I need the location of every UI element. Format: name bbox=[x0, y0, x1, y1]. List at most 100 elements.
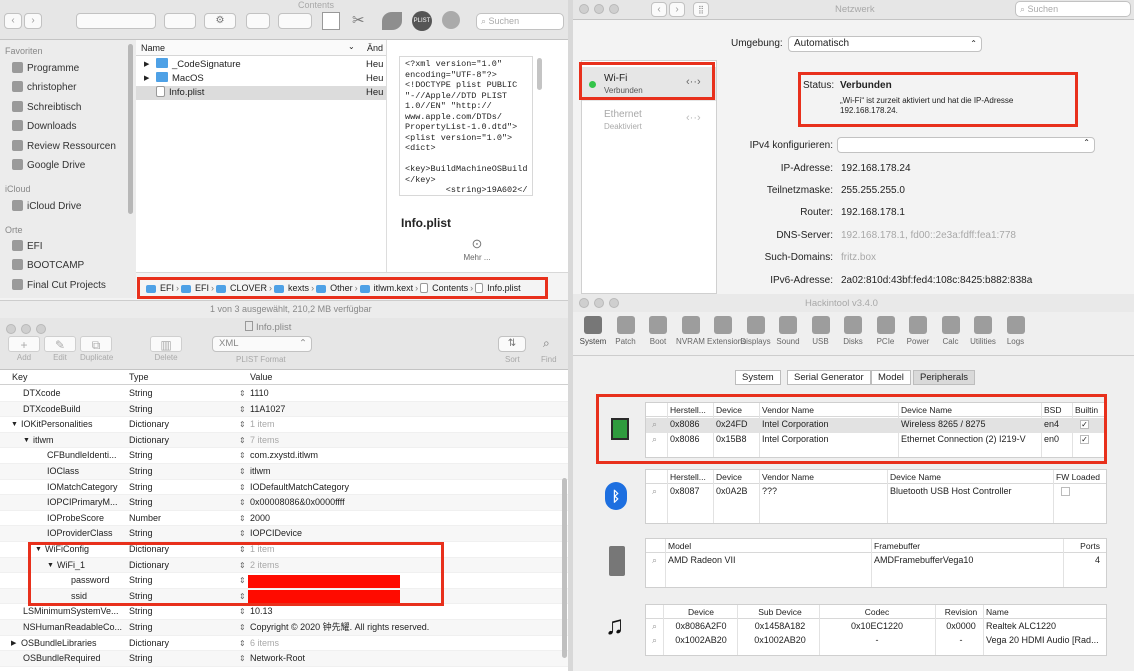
plist-row[interactable]: IOProviderClass String ⇕ IOPCIDevice bbox=[0, 526, 568, 542]
disclosure-triangle-icon[interactable]: ▼ bbox=[11, 417, 18, 433]
more-button[interactable]: ⊙ Mehr ... bbox=[447, 236, 507, 263]
stepper-arrows-icon[interactable]: ⇕ bbox=[239, 480, 246, 496]
column-header[interactable]: Builtin bbox=[1075, 405, 1098, 415]
plist-edit-icon[interactable]: PLIST bbox=[412, 11, 432, 31]
checkbox[interactable]: ✓ bbox=[1080, 420, 1089, 429]
column-header[interactable]: Revision bbox=[938, 607, 984, 617]
search-icon[interactable]: ⌕ bbox=[652, 555, 657, 566]
circle-app-icon[interactable] bbox=[442, 11, 460, 29]
column-header[interactable]: Device bbox=[716, 472, 742, 482]
stepper-arrows-icon[interactable]: ⇕ bbox=[239, 573, 246, 589]
search-icon[interactable]: ⌕ bbox=[652, 635, 657, 646]
tab-model[interactable]: Model bbox=[871, 370, 911, 385]
preview-scrollbar[interactable] bbox=[537, 58, 542, 90]
column-header[interactable]: Vendor Name bbox=[762, 472, 814, 482]
stepper-arrows-icon[interactable]: ⇕ bbox=[239, 417, 246, 433]
hackintool-tool-disks[interactable]: Disks bbox=[837, 316, 869, 346]
table-row[interactable] bbox=[646, 418, 1106, 433]
forward-button[interactable]: › bbox=[24, 13, 42, 29]
path-segment[interactable]: CLOVER bbox=[216, 283, 267, 293]
sidebar-scrollbar[interactable] bbox=[128, 44, 133, 214]
zoom-icon[interactable] bbox=[609, 4, 619, 14]
table-row[interactable] bbox=[646, 433, 1106, 448]
back-button[interactable]: ‹ bbox=[4, 13, 22, 29]
plist-row[interactable]: IOPCIPrimaryM... String ⇕ 0x00008086&0x0000… bbox=[0, 495, 568, 511]
sidebar-favorite-item[interactable]: christopher bbox=[12, 81, 76, 93]
plist-row[interactable]: DTXcode String ⇕ 1110 bbox=[0, 386, 568, 402]
sidebar-location-item[interactable]: EFI bbox=[12, 240, 43, 252]
date-column-header[interactable]: Änd bbox=[367, 43, 383, 53]
stepper-arrows-icon[interactable]: ⇕ bbox=[239, 386, 246, 402]
format-select[interactable]: XML ⌃ bbox=[212, 336, 312, 352]
disclosure-triangle-icon[interactable]: ▶ bbox=[144, 72, 149, 86]
hackintool-tool-power[interactable]: Power bbox=[902, 316, 934, 346]
share-button[interactable] bbox=[246, 13, 270, 29]
plist-row[interactable]: IOClass String ⇕ itlwm bbox=[0, 464, 568, 480]
plist-tool-edit[interactable]: ✎ Edit bbox=[44, 336, 76, 362]
show-all-grid-icon[interactable]: ⣿ bbox=[693, 2, 709, 17]
stepper-arrows-icon[interactable]: ⇕ bbox=[239, 433, 246, 449]
column-header[interactable]: FW Loaded bbox=[1056, 472, 1100, 482]
column-header[interactable]: Sub Device bbox=[740, 607, 820, 617]
file-row[interactable]: ▶ MacOS Heu bbox=[136, 72, 386, 86]
stepper-arrows-icon[interactable]: ⇕ bbox=[239, 651, 246, 667]
sidebar-favorite-item[interactable]: Google Drive bbox=[12, 159, 85, 171]
minimize-icon[interactable] bbox=[594, 4, 604, 14]
column-header[interactable]: BSD bbox=[1044, 405, 1061, 415]
find-icon[interactable]: ⌕ bbox=[543, 336, 550, 351]
forward-button[interactable]: › bbox=[669, 2, 685, 17]
plist-row[interactable]: DTXcodeBuild String ⇕ 11A1027 bbox=[0, 401, 568, 418]
network-window-controls[interactable] bbox=[579, 4, 624, 17]
stepper-arrows-icon[interactable]: ⇕ bbox=[239, 604, 246, 620]
tab-serial-generator[interactable]: Serial Generator bbox=[787, 370, 871, 385]
search-icon[interactable]: ⌕ bbox=[652, 486, 657, 497]
path-segment[interactable]: itlwm.kext bbox=[359, 283, 413, 293]
close-icon[interactable] bbox=[579, 298, 589, 308]
hackintool-tool-displays[interactable]: Displays bbox=[740, 316, 772, 346]
stepper-arrows-icon[interactable]: ⇕ bbox=[239, 589, 246, 605]
path-segment[interactable]: Contents bbox=[420, 283, 468, 293]
disclosure-triangle-icon[interactable]: ▼ bbox=[35, 542, 42, 558]
column-header[interactable]: Name bbox=[986, 607, 1009, 617]
search-icon[interactable]: ⌕ bbox=[652, 434, 657, 445]
minimize-icon[interactable] bbox=[594, 298, 604, 308]
column-header[interactable]: Herstell... bbox=[670, 472, 706, 482]
graph-icon[interactable] bbox=[322, 12, 340, 30]
hackintool-tool-pcie[interactable]: PCIe bbox=[870, 316, 902, 346]
plist-row[interactable]: OSBundleRequired String ⇕ Network-Root bbox=[0, 651, 568, 667]
zoom-icon[interactable] bbox=[609, 298, 619, 308]
sidebar-favorite-item[interactable]: Downloads bbox=[12, 120, 76, 132]
plist-row[interactable]: CFBundleIdenti... String ⇕ com.zxystd.itlwm bbox=[0, 448, 568, 464]
column-header[interactable]: Model bbox=[668, 541, 691, 551]
hackintool-tool-utilities[interactable]: Utilities bbox=[967, 316, 999, 346]
path-segment[interactable]: Info.plist bbox=[475, 283, 521, 293]
path-segment[interactable]: EFI bbox=[146, 283, 174, 293]
file-row[interactable]: ▶ _CodeSignature Heu bbox=[136, 58, 386, 72]
column-header[interactable]: Ports bbox=[1066, 541, 1100, 551]
file-row[interactable]: Info.plist Heu bbox=[136, 86, 386, 100]
sidebar-icloud-item[interactable]: iCloud Drive bbox=[12, 200, 81, 212]
minimize-icon[interactable] bbox=[21, 324, 31, 334]
sidebar-favorite-item[interactable]: Review Ressourcen bbox=[12, 139, 116, 152]
type-column-header[interactable]: Type bbox=[129, 372, 149, 382]
stepper-arrows-icon[interactable]: ⇕ bbox=[239, 402, 246, 418]
plist-row[interactable]: NSHumanReadableCo... String ⇕ Copyright © 2… bbox=[0, 620, 568, 636]
stepper-arrows-icon[interactable]: ⇕ bbox=[239, 558, 246, 574]
hackintool-window-controls[interactable] bbox=[579, 298, 624, 311]
stepper-arrows-icon[interactable]: ⇕ bbox=[239, 526, 246, 542]
hackintool-tool-calc[interactable]: Calc bbox=[935, 316, 967, 346]
plist-row[interactable]: ▶ OSBundleLibraries Dictionary ⇕ 6 items bbox=[0, 636, 568, 652]
sort-button[interactable]: ⇅ bbox=[498, 336, 526, 352]
plist-tool-add[interactable]: + Add bbox=[8, 336, 40, 362]
close-icon[interactable] bbox=[6, 324, 16, 334]
plist-tool-delete[interactable]: ▥ Delete bbox=[150, 336, 182, 362]
network-service-wi-fi[interactable]: Wi-Fi Verbunden ‹··› bbox=[582, 67, 716, 101]
path-segment[interactable]: EFI bbox=[181, 283, 209, 293]
group-button[interactable] bbox=[164, 13, 196, 29]
network-search-input[interactable]: ⌕ Suchen bbox=[1015, 1, 1131, 17]
disclosure-triangle-icon[interactable]: ▼ bbox=[23, 433, 30, 449]
hackintool-tool-boot[interactable]: Boot bbox=[642, 316, 674, 346]
column-header[interactable]: Device Name bbox=[890, 472, 941, 482]
stepper-arrows-icon[interactable]: ⇕ bbox=[239, 511, 246, 527]
plist-row[interactable]: ▼ WiFiConfig Dictionary ⇕ 1 item bbox=[0, 542, 568, 558]
